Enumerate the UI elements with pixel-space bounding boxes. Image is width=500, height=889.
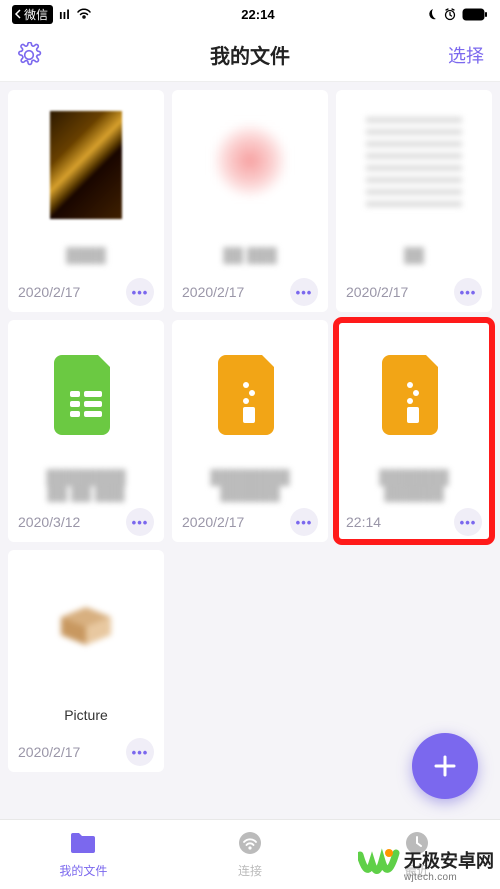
file-name: ██████████ ██ ███ — [18, 466, 154, 504]
file-date: 2020/2/17 — [182, 284, 244, 300]
file-date: 2020/3/12 — [18, 514, 80, 530]
file-thumb — [182, 100, 318, 230]
file-thumb — [346, 100, 482, 230]
file-thumb — [346, 330, 482, 460]
file-name: Picture — [18, 696, 154, 734]
watermark: 无极安卓网 wjtech.com — [358, 847, 494, 883]
add-button[interactable] — [412, 733, 478, 799]
more-button[interactable]: ••• — [126, 278, 154, 306]
file-name: ██████████████ — [182, 466, 318, 504]
watermark-main: 无极安卓网 — [404, 852, 494, 872]
wifi-icon — [235, 830, 265, 859]
more-button[interactable]: ••• — [126, 738, 154, 766]
more-button[interactable]: ••• — [454, 508, 482, 536]
more-button[interactable]: ••• — [454, 278, 482, 306]
watermark-logo-icon — [358, 847, 400, 883]
plus-icon — [430, 751, 460, 781]
nav-bar: 我的文件 选择 — [0, 28, 500, 82]
chevron-left-icon — [14, 9, 22, 19]
watermark-sub: wjtech.com — [404, 872, 494, 883]
page-title: 我的文件 — [210, 40, 290, 69]
folder-icon — [68, 830, 98, 859]
file-name: ██ — [346, 236, 482, 274]
file-card[interactable]: ██████████████ 2020/2/17 ••• — [172, 320, 328, 542]
file-date: 2020/2/17 — [346, 284, 408, 300]
file-name: ██ ███ — [182, 236, 318, 274]
file-date: 22:14 — [346, 514, 381, 530]
moon-icon — [424, 7, 438, 21]
file-card[interactable]: ██ 2020/2/17 ••• — [336, 90, 492, 312]
file-thumb — [18, 560, 154, 690]
back-app-label: 微信 — [24, 6, 48, 23]
tab-label: 我的文件 — [59, 862, 107, 879]
file-card[interactable]: ████ 2020/2/17 ••• — [8, 90, 164, 312]
file-card[interactable]: █████████████ 22:14 ••• — [336, 320, 492, 542]
file-grid: ████ 2020/2/17 ••• ██ ███ 2020/2/17 ••• ██ 2020… — [0, 82, 500, 780]
file-card[interactable]: Picture 2020/2/17 ••• — [8, 550, 164, 772]
select-button[interactable]: 选择 — [448, 42, 484, 68]
file-name: ████ — [18, 236, 154, 274]
file-card[interactable]: ██████████ ██ ███ 2020/3/12 ••• — [8, 320, 164, 542]
file-date: 2020/2/17 — [182, 514, 244, 530]
more-button[interactable]: ••• — [290, 278, 318, 306]
wifi-icon — [76, 8, 92, 20]
battery-icon — [462, 8, 488, 21]
back-to-app[interactable]: 微信 — [12, 5, 53, 24]
alarm-icon — [443, 7, 457, 21]
file-thumb — [18, 100, 154, 230]
more-button[interactable]: ••• — [290, 508, 318, 536]
tab-folder[interactable]: 我的文件 — [0, 820, 167, 889]
gear-icon[interactable] — [16, 42, 42, 68]
tab-label: 连接 — [238, 862, 262, 879]
more-button[interactable]: ••• — [126, 508, 154, 536]
status-bar: 微信 ııl 22:14 — [0, 0, 500, 28]
file-thumb — [18, 330, 154, 460]
file-card[interactable]: ██ ███ 2020/2/17 ••• — [172, 90, 328, 312]
file-name: █████████████ — [346, 466, 482, 504]
status-time: 22:14 — [241, 7, 274, 22]
signal-icon: ııl — [59, 7, 70, 22]
file-date: 2020/2/17 — [18, 744, 80, 760]
tab-wifi[interactable]: 连接 — [167, 820, 334, 889]
file-thumb — [182, 330, 318, 460]
file-date: 2020/2/17 — [18, 284, 80, 300]
